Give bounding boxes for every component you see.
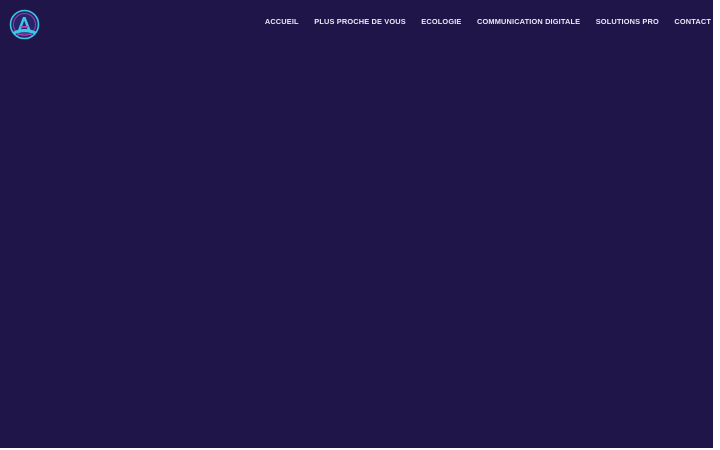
site-header: ACCUEIL PLUS PROCHE DE VOUS ECOLOGIE COM… bbox=[0, 0, 713, 48]
nav-item-accueil[interactable]: ACCUEIL bbox=[265, 17, 299, 27]
nav-item-contact[interactable]: CONTACT bbox=[674, 17, 711, 27]
page: ACCUEIL PLUS PROCHE DE VOUS ECOLOGIE COM… bbox=[0, 0, 713, 448]
nav-item-plus-proche-de-vous[interactable]: PLUS PROCHE DE VOUS bbox=[314, 17, 406, 27]
main-nav-list: ACCUEIL PLUS PROCHE DE VOUS ECOLOGIE COM… bbox=[265, 17, 711, 27]
nav-item-solutions-pro[interactable]: SOLUTIONS PRO bbox=[596, 17, 659, 27]
hero-section bbox=[0, 48, 713, 448]
nav-item-communication-digitale[interactable]: COMMUNICATION DIGITALE bbox=[477, 17, 580, 27]
nav-item-ecologie[interactable]: ECOLOGIE bbox=[421, 17, 461, 27]
brand-logo-icon[interactable] bbox=[9, 9, 40, 40]
